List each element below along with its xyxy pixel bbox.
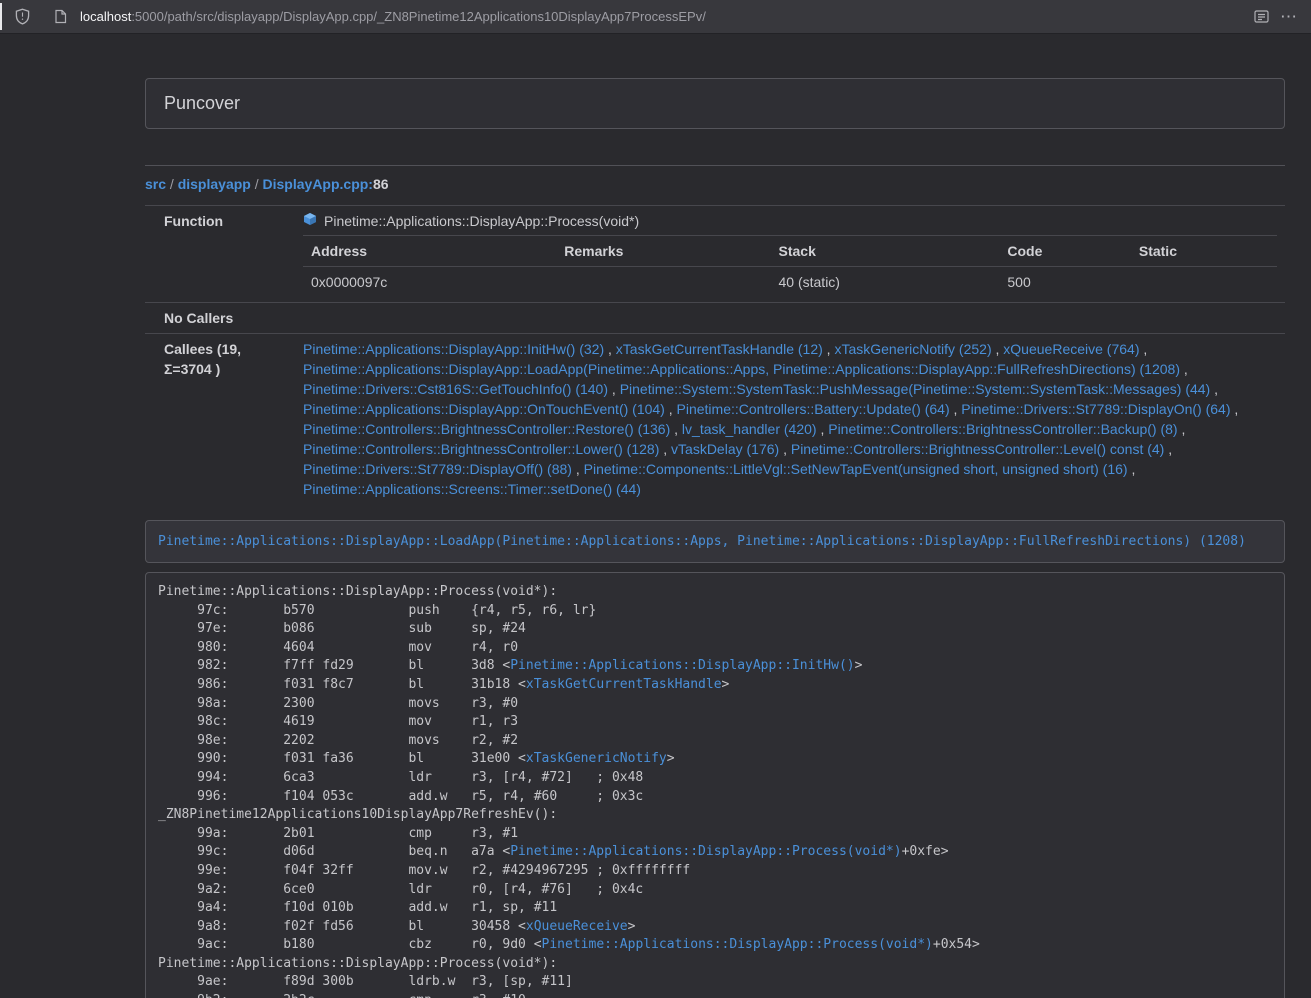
stats-header: Static — [1131, 236, 1277, 267]
url-text: localhost:5000/path/src/displayapp/Displ… — [80, 9, 706, 24]
table-row-no-callers: No Callers — [145, 303, 1285, 334]
callee-separator: , — [608, 381, 620, 397]
callee-link[interactable]: Pinetime::Controllers::BrightnessControl… — [828, 421, 1177, 437]
callee-separator: , — [1178, 421, 1186, 437]
callee-link[interactable]: Pinetime::Components::LittleVgl::SetNewT… — [584, 461, 1128, 477]
no-callers-cell — [295, 303, 1285, 334]
callees-label: Callees (19, Σ=3704 ) — [145, 334, 295, 505]
callee-link[interactable]: Pinetime::Controllers::Battery::Update()… — [677, 401, 950, 417]
browser-toolbar: localhost:5000/path/src/displayapp/Displ… — [0, 0, 1311, 34]
breadcrumb-link[interactable]: displayapp — [178, 176, 251, 192]
callee-separator: , — [1139, 341, 1147, 357]
callee-separator: , — [950, 401, 962, 417]
stats-header: Address — [303, 236, 556, 267]
code-symbol-link[interactable]: Pinetime::Applications::DisplayApp::Proc… — [510, 844, 901, 859]
breadcrumb: src / displayapp / DisplayApp.cpp:86 — [145, 174, 1285, 194]
function-row-body: Pinetime::Applications::DisplayApp::Proc… — [295, 206, 1285, 303]
highlighted-symbol-link[interactable]: Pinetime::Applications::DisplayApp::Load… — [158, 534, 1246, 549]
callee-separator: , — [1180, 361, 1188, 377]
reader-view-icon[interactable] — [1247, 3, 1275, 31]
callee-separator: , — [665, 401, 677, 417]
toolbar-right: ⋯ — [1247, 3, 1303, 31]
callee-link[interactable]: xQueueReceive (764) — [1003, 341, 1139, 357]
callee-separator: , — [779, 441, 791, 457]
table-row-callees: Callees (19, Σ=3704 ) Pinetime::Applicat… — [145, 334, 1285, 505]
callee-link[interactable]: Pinetime::Controllers::BrightnessControl… — [303, 421, 670, 437]
function-row-label: Function — [145, 206, 295, 303]
breadcrumb-separator: / — [166, 176, 178, 192]
stats-header: Remarks — [556, 236, 770, 267]
main-content: Puncover src / displayapp / DisplayApp.c… — [145, 78, 1285, 998]
stats-header: Stack — [771, 236, 1000, 267]
stats-header: Code — [999, 236, 1130, 267]
stats-value: 40 (static) — [771, 267, 1000, 298]
callee-link[interactable]: Pinetime::System::SystemTask::PushMessag… — [620, 381, 1211, 397]
disassembly-panel: Pinetime::Applications::DisplayApp::Proc… — [145, 572, 1285, 998]
callee-link[interactable]: Pinetime::Controllers::BrightnessControl… — [303, 441, 659, 457]
callee-link[interactable]: vTaskDelay (176) — [671, 441, 779, 457]
code-symbol-link[interactable]: xQueueReceive — [526, 919, 628, 934]
breadcrumb-link[interactable]: src — [145, 176, 166, 192]
callee-separator: , — [1231, 401, 1239, 417]
no-callers-label: No Callers — [145, 303, 295, 334]
callee-separator: , — [1210, 381, 1218, 397]
symbol-cube-icon — [303, 211, 317, 231]
url-host: localhost — [80, 9, 131, 24]
function-name: Pinetime::Applications::DisplayApp::Proc… — [324, 211, 639, 231]
callee-link[interactable]: Pinetime::Applications::DisplayApp::OnTo… — [303, 401, 665, 417]
page-header-panel: Puncover — [145, 78, 1285, 129]
breadcrumb-line-number: 86 — [373, 176, 389, 192]
callee-separator: , — [992, 341, 1004, 357]
stats-value-row: 0x0000097c 40 (static)500 — [303, 267, 1277, 298]
callee-link[interactable]: xTaskGetCurrentTaskHandle (12) — [616, 341, 823, 357]
breadcrumb-link[interactable]: DisplayApp.cpp: — [263, 176, 373, 192]
stats-value: 500 — [999, 267, 1130, 298]
callee-separator: , — [572, 461, 584, 477]
window-edge-artifact — [0, 3, 2, 30]
url-path: :5000/path/src/displayapp/DisplayApp.cpp… — [131, 9, 706, 24]
callee-separator: , — [823, 341, 835, 357]
callee-separator: , — [670, 421, 682, 437]
stats-value — [1131, 267, 1277, 298]
url-bar[interactable]: localhost:5000/path/src/displayapp/Displ… — [46, 3, 1247, 31]
stats-table: AddressRemarksStackCodeStatic 0x0000097c… — [303, 235, 1277, 297]
callee-separator: , — [1164, 441, 1172, 457]
section-divider — [145, 165, 1285, 166]
highlighted-symbol-panel: Pinetime::Applications::DisplayApp::Load… — [145, 520, 1285, 563]
function-line: Pinetime::Applications::DisplayApp::Proc… — [303, 211, 1277, 231]
stats-header-row: AddressRemarksStackCodeStatic — [303, 236, 1277, 267]
callee-link[interactable]: Pinetime::Applications::DisplayApp::Init… — [303, 341, 604, 357]
code-symbol-link[interactable]: xTaskGetCurrentTaskHandle — [526, 677, 722, 692]
page-title: Puncover — [164, 93, 1266, 114]
callee-link[interactable]: Pinetime::Controllers::BrightnessControl… — [791, 441, 1164, 457]
table-row-function: Function Pinetime::Applications::Display… — [145, 206, 1285, 303]
disassembly: Pinetime::Applications::DisplayApp::Proc… — [158, 583, 1272, 998]
toolbar-left: localhost:5000/path/src/displayapp/Displ… — [8, 3, 1247, 31]
code-symbol-link[interactable]: Pinetime::Applications::DisplayApp::Proc… — [542, 937, 933, 952]
callees-cell: Pinetime::Applications::DisplayApp::Init… — [295, 334, 1285, 505]
callee-link[interactable]: lv_task_handler (420) — [682, 421, 817, 437]
function-table: Function Pinetime::Applications::Display… — [145, 205, 1285, 504]
breadcrumb-separator: / — [251, 176, 263, 192]
callee-separator: , — [1128, 461, 1136, 477]
page-actions-menu-icon[interactable]: ⋯ — [1275, 3, 1303, 31]
callee-separator: , — [659, 441, 671, 457]
code-symbol-link[interactable]: Pinetime::Applications::DisplayApp::Init… — [510, 658, 854, 673]
callee-link[interactable]: Pinetime::Applications::DisplayApp::Load… — [303, 361, 1180, 377]
stats-value — [556, 267, 770, 298]
callee-link[interactable]: xTaskGenericNotify (252) — [834, 341, 991, 357]
callee-link[interactable]: Pinetime::Drivers::Cst816S::GetTouchInfo… — [303, 381, 608, 397]
callee-link[interactable]: Pinetime::Drivers::St7789::DisplayOff() … — [303, 461, 572, 477]
callee-separator: , — [604, 341, 616, 357]
code-symbol-link[interactable]: xTaskGenericNotify — [526, 751, 667, 766]
callee-link[interactable]: Pinetime::Applications::Screens::Timer::… — [303, 481, 641, 497]
callee-separator: , — [817, 421, 829, 437]
stats-value: 0x0000097c — [303, 267, 556, 298]
tracking-protection-shield-icon[interactable] — [8, 3, 36, 31]
page-icon — [46, 3, 74, 31]
callee-link[interactable]: Pinetime::Drivers::St7789::DisplayOn() (… — [961, 401, 1230, 417]
